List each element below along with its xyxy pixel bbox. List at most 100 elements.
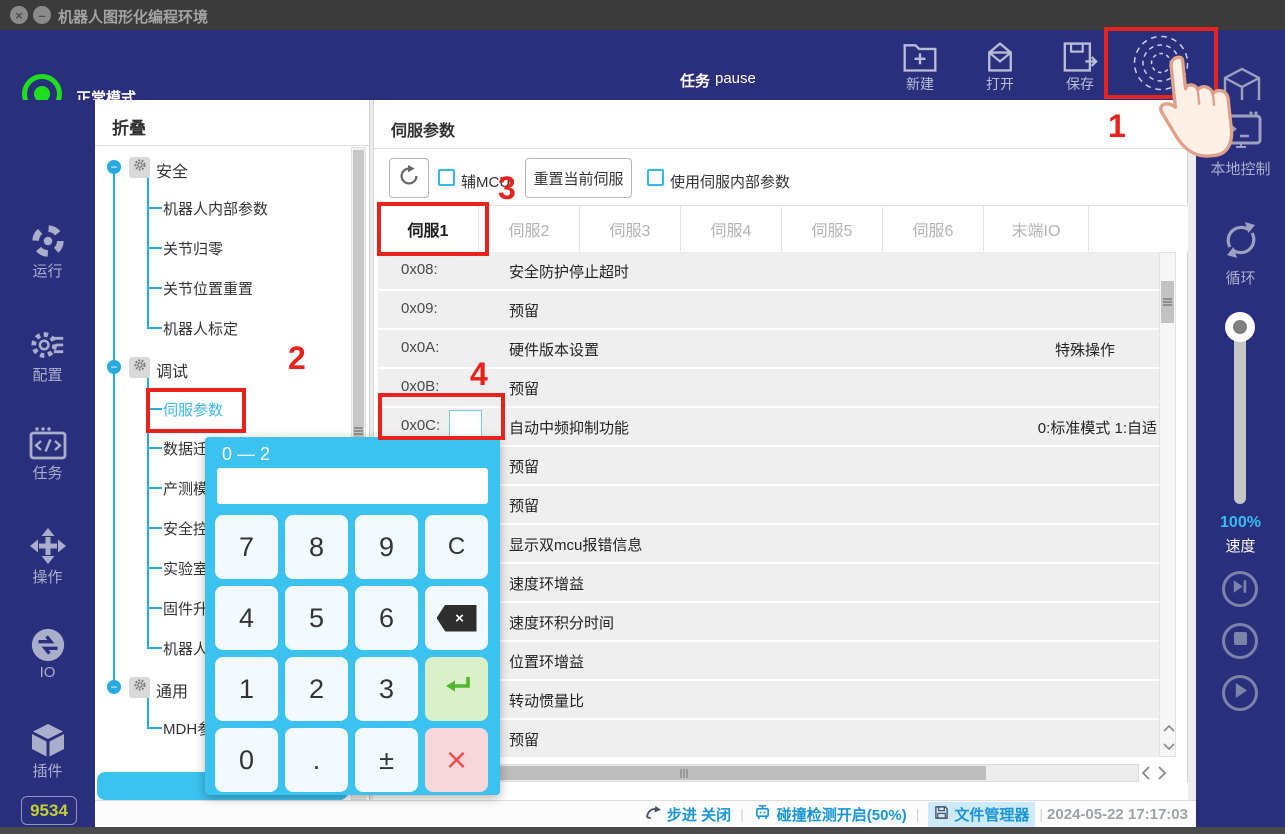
backspace-icon: × [437,605,477,632]
sidebar-label-plugin: 插件 [0,760,95,781]
tree-node-general[interactable]: 通用 [156,678,188,702]
reset-servo-label: 重置当前伺服 [533,168,623,189]
status-clock: 2024-05-22 17:17:03 [1047,806,1192,823]
sidebar-item-io[interactable]: IO [0,626,95,681]
servo-tabs: 伺服1 伺服2 伺服3 伺服4 伺服5 伺服6 末端IO [378,205,1188,250]
tree-node-safety[interactable]: 安全 [156,158,188,182]
aux-mcu-checkbox[interactable] [438,169,455,186]
numpad-key-enter[interactable] [425,657,488,721]
numpad-key-backspace[interactable]: × [425,586,488,650]
tree-collapse-toggle-safety[interactable]: − [107,160,121,174]
numpad-key-8[interactable]: 8 [285,515,348,579]
tab-servo4[interactable]: 伺服4 [681,206,782,251]
speed-slider-track[interactable] [1234,322,1246,504]
reset-servo-button[interactable]: 重置当前伺服 [525,158,632,198]
numpad-range-label: 0 — 2 [222,444,270,465]
tree-item-data-migration[interactable]: 数据迁 [163,438,208,459]
numpad-key-plusminus[interactable]: ± [355,728,418,792]
scroll-down-icon[interactable] [1163,738,1175,756]
tab-servo3[interactable]: 伺服3 [580,206,681,251]
window-close-button[interactable]: × [10,6,28,24]
internal-params-label: 使用伺服内部参数 [670,171,790,192]
internal-params-checkbox[interactable] [647,169,664,186]
hand-cursor-icon [1146,48,1238,176]
play-icon [1233,682,1248,704]
tree-collapse-toggle-debug[interactable]: − [107,360,121,374]
window-title: 机器人图形化编程环境 [58,6,208,27]
tree-item-production-test[interactable]: 产测模 [163,478,208,499]
save-project-button[interactable]: 保存 [1052,40,1108,98]
tree-item-laboratory[interactable]: 实验室 [163,558,208,579]
save-floppy-icon [1052,40,1108,74]
param-row-0x09[interactable]: 0x09:预留 [378,291,1159,328]
tab-end-io[interactable]: 末端IO [984,206,1089,251]
tab-servo6[interactable]: 伺服6 [883,206,984,251]
numpad-key-9[interactable]: 9 [355,515,418,579]
tree-item-robot-calibration[interactable]: 机器人标定 [163,318,238,339]
tree-collapse-button[interactable]: 折叠 [112,114,146,139]
numpad-key-2[interactable]: 2 [285,657,348,721]
tree-collapse-toggle-general[interactable]: − [107,680,121,694]
table-vscrollbar-thumb[interactable] [1161,281,1174,323]
sidebar-item-operate[interactable]: 操作 [0,526,95,587]
numpad-key-clear[interactable]: C [425,515,488,579]
tree-node-debug[interactable]: 调试 [156,358,188,382]
speed-slider-knob[interactable] [1225,312,1255,342]
numpad-key-7[interactable]: 7 [215,515,278,579]
numpad-key-0[interactable]: 0 [215,728,278,792]
stop-button[interactable] [1222,623,1258,659]
param-row-0x08[interactable]: 0x08:安全防护停止超时 [378,252,1159,289]
numpad-key-4[interactable]: 4 [215,586,278,650]
speed-label: 速度 [1196,535,1285,556]
window-minimize-button[interactable]: – [33,6,51,24]
task-code-icon [0,426,95,462]
step-arrow-icon [645,805,662,824]
tree-item-firmware-upgrade[interactable]: 固件升 [163,598,208,619]
file-manager-button[interactable]: 文件管理器 [928,802,1035,827]
numpad-key-close[interactable]: × [425,728,488,792]
annotation-box-2 [146,388,246,433]
open-project-button[interactable]: 打开 [972,40,1028,98]
tab-servo5[interactable]: 伺服5 [782,206,883,251]
numpad-key-5[interactable]: 5 [285,586,348,650]
gear-icon [133,678,147,697]
top-bar: 正常模式 任务 pause 配置 default 新建 打开 保存 [0,30,1285,100]
collision-detect-toggle[interactable]: 碰撞检测开启(50%) [753,804,907,825]
tree-item-joint-position-reset[interactable]: 关节位置重置 [163,278,253,299]
numpad-key-3[interactable]: 3 [355,657,418,721]
refresh-icon [397,164,421,193]
table-vscrollbar[interactable] [1159,252,1176,757]
sidebar-item-loop[interactable]: 循环 [1196,218,1285,288]
tab-servo2[interactable]: 伺服2 [479,206,580,251]
sidebar-label-io: IO [0,664,95,681]
play-button[interactable] [1222,675,1258,711]
tree-item-safety-control[interactable]: 安全控 [163,518,208,539]
save-button-label: 保存 [1052,74,1108,94]
sidebar-item-task[interactable]: 任务 [0,426,95,483]
sidebar-item-plugin[interactable]: 插件 [0,722,95,781]
sidebar-label-operate: 操作 [0,566,95,587]
task-label: 任务 [680,70,710,91]
annotation-number-1: 1 [1108,108,1126,145]
param-row-0x0A[interactable]: 0x0A:硬件版本设置特殊操作 [378,330,1159,367]
step-mode-toggle[interactable]: 步进 关闭 [645,804,731,825]
counter-badge[interactable]: 9534 [21,796,77,825]
sidebar-label-run: 运行 [0,260,95,281]
sidebar-item-config[interactable]: 配置 [0,326,95,385]
tree-item-robot[interactable]: 机器人 [163,638,208,659]
step-forward-button[interactable] [1222,571,1258,607]
numpad-input[interactable] [217,468,488,504]
refresh-button[interactable] [389,158,429,198]
numpad-key-1[interactable]: 1 [215,657,278,721]
sidebar-item-run[interactable]: 运行 [0,222,95,281]
numpad-key-dot[interactable]: . [285,728,348,792]
gear-icon [133,358,147,377]
minimize-icon: – [38,8,45,23]
tree-item-robot-internal-params[interactable]: 机器人内部参数 [163,198,268,219]
tree-scrollbar-thumb[interactable] [353,150,364,450]
scroll-up-icon[interactable] [1163,720,1175,738]
new-project-button[interactable]: 新建 [892,40,948,98]
tree-item-joint-zeroing[interactable]: 关节归零 [163,238,223,259]
panel-title: 伺服参数 [391,117,455,141]
numpad-key-6[interactable]: 6 [355,586,418,650]
